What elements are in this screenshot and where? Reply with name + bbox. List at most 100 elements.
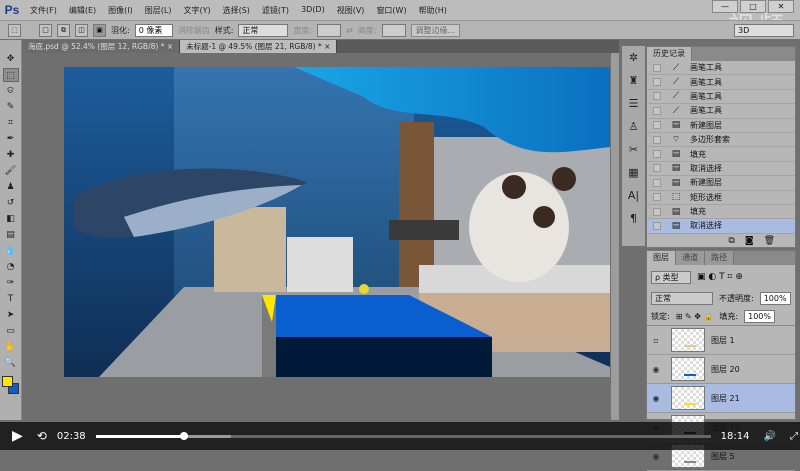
menu-item[interactable]: 文件(F) — [24, 5, 63, 16]
fullscreen-icon[interactable]: ⤢ — [790, 431, 798, 442]
history-item[interactable]: ⟋ 画笔工具 — [647, 61, 795, 76]
menu-item[interactable]: 窗口(W) — [370, 5, 412, 16]
progress-bar[interactable] — [95, 431, 711, 440]
workspace-select[interactable]: 3D — [734, 23, 794, 37]
menu-item[interactable]: 图层(L) — [139, 5, 178, 16]
document-canvas[interactable] — [64, 67, 610, 377]
snapshot-checkbox[interactable] — [653, 92, 661, 101]
visibility-toggle[interactable]: ▫ — [647, 336, 665, 345]
history-item[interactable]: ▤ 填充 — [647, 205, 795, 220]
menu-item[interactable]: 图像(I) — [102, 5, 139, 16]
eye-icon[interactable]: ◉ — [647, 394, 665, 403]
eraser-icon[interactable]: ◧ — [3, 212, 19, 226]
layer-filter-select[interactable]: ρ 类型 — [651, 270, 691, 284]
eyedropper-icon[interactable]: ✒ — [3, 132, 19, 146]
maximize-button[interactable]: □ — [740, 0, 766, 13]
gradient-icon[interactable]: ▤ — [3, 228, 19, 242]
snapshot-checkbox[interactable] — [653, 193, 661, 202]
adjustments-icon[interactable]: ☰ — [629, 97, 639, 115]
subtract-selection-icon[interactable]: ◫ — [75, 23, 88, 37]
history-item[interactable]: ▤ 新建图层 — [647, 119, 795, 133]
snapshot-checkbox[interactable] — [653, 135, 661, 144]
snapshot-checkbox[interactable] — [653, 106, 661, 115]
crop-icon[interactable]: ⌗ — [3, 116, 19, 130]
snapshot-checkbox[interactable] — [653, 63, 661, 72]
tab-channels[interactable]: 通道 — [676, 251, 705, 265]
tab-untitled[interactable]: 未标题-1 @ 49.5% (图层 21, RGB/8) * × — [180, 40, 338, 53]
zoom-icon[interactable]: 🔍 — [3, 356, 19, 370]
menu-item[interactable]: 视图(V) — [331, 5, 371, 16]
gear-icon[interactable]: ✲ — [629, 51, 638, 69]
menu-item[interactable]: 滤镜(T) — [256, 5, 295, 16]
history-item[interactable]: ▤ 取消选择 — [647, 219, 795, 234]
history-item[interactable]: ▤ 取消选择 — [647, 162, 795, 177]
paragraph-icon[interactable]: ¶ — [630, 212, 637, 230]
tab-layers[interactable]: 图层 — [647, 251, 676, 265]
swap-icon[interactable]: ⇄ — [346, 26, 353, 35]
layer-row[interactable]: ◉ 图层 21 — [647, 384, 795, 413]
feather-input[interactable]: 0 像素 — [134, 23, 173, 37]
snapshot-checkbox[interactable] — [653, 121, 661, 130]
height-input[interactable] — [381, 23, 406, 37]
eye-icon[interactable]: ◉ — [647, 452, 665, 461]
clone-source-icon[interactable]: ♙ — [629, 120, 639, 138]
foreground-color-swatch[interactable] — [1, 376, 13, 387]
path-select-icon[interactable]: ➤ — [3, 308, 19, 322]
antialias-checkbox[interactable]: 消除锯齿 — [178, 25, 210, 36]
close-tab-icon[interactable]: × — [324, 42, 330, 51]
pen-icon[interactable]: ✑ — [3, 276, 19, 290]
hand-icon[interactable]: ✋ — [3, 340, 19, 354]
dodge-icon[interactable]: ◔ — [3, 260, 19, 274]
blend-mode-select[interactable]: 正常 — [651, 291, 713, 305]
quick-select-icon[interactable]: ✎ — [3, 100, 19, 114]
tool-preset-icon[interactable]: ✂ — [629, 143, 638, 161]
history-item[interactable]: ⟋ 画笔工具 — [647, 90, 795, 105]
new-selection-icon[interactable]: □ — [39, 23, 52, 37]
snapshot-checkbox[interactable] — [653, 221, 661, 230]
canvas-scrollbar[interactable] — [611, 53, 619, 420]
blur-icon[interactable]: 💧 — [3, 244, 19, 258]
stamp-icon[interactable]: ♟ — [3, 180, 19, 194]
character-icon[interactable]: A| — [628, 189, 639, 207]
close-button[interactable]: ✕ — [768, 0, 794, 13]
type-icon[interactable]: T — [3, 292, 19, 306]
layer-row[interactable]: ◉ 图层 20 — [647, 355, 795, 384]
width-input[interactable] — [317, 23, 342, 37]
play-icon[interactable]: ▶ — [12, 428, 23, 444]
trash-icon[interactable]: 🗑 — [764, 234, 775, 248]
tab-haidi[interactable]: 海底.psd @ 52.4% (图层 12, RGB/8) * × — [22, 40, 181, 53]
eye-icon[interactable]: ◉ — [647, 365, 665, 374]
snapshot-checkbox[interactable] — [653, 164, 661, 173]
swatches-icon[interactable]: ▦ — [628, 166, 638, 184]
volume-icon[interactable]: 🔊 — [764, 431, 776, 442]
style-select[interactable]: 正常 — [238, 23, 289, 37]
history-item[interactable]: ⌔ 多边形套索 — [647, 133, 795, 148]
camera-icon[interactable]: ◙ — [745, 234, 754, 248]
menu-item[interactable]: 3D(D) — [295, 5, 331, 16]
menu-item[interactable]: 文字(Y) — [177, 5, 216, 16]
menu-item[interactable]: 选择(S) — [217, 5, 256, 16]
snapshot-checkbox[interactable] — [653, 207, 661, 216]
marquee-icon[interactable]: ⬚ — [2, 68, 19, 82]
menu-item[interactable]: 帮助(H) — [413, 5, 453, 16]
opacity-input[interactable]: 100% — [759, 291, 791, 305]
history-item[interactable]: ⟋ 画笔工具 — [647, 104, 795, 119]
history-item[interactable]: ▤ 新建图层 — [647, 176, 795, 191]
layer-row[interactable]: ▫ 图层 1 — [647, 326, 795, 355]
progress-handle[interactable] — [180, 431, 189, 440]
snapshot-checkbox[interactable] — [653, 78, 661, 87]
add-selection-icon[interactable]: ⧉ — [57, 23, 70, 37]
menu-item[interactable]: 编辑(E) — [63, 5, 102, 16]
tab-history[interactable]: 历史记录 — [647, 47, 692, 61]
lock-icons[interactable]: ⊞ ✎ ✥ 🔒 — [676, 312, 714, 321]
brush-preset-icon[interactable]: ♜ — [629, 74, 639, 92]
history-brush-icon[interactable]: ↺ — [3, 196, 19, 210]
replay-10-icon[interactable]: ⟲ — [37, 429, 47, 443]
filter-icons[interactable]: ▣ ◐ T ⌗ ⊕ — [697, 272, 743, 282]
refine-edge-button[interactable]: 调整边缘... — [410, 23, 461, 37]
healing-icon[interactable]: ✚ — [3, 148, 19, 162]
history-item[interactable]: ⟋ 画笔工具 — [647, 75, 795, 90]
new-document-icon[interactable]: ⧉ — [728, 234, 734, 248]
lasso-icon[interactable]: ଡ — [3, 84, 19, 98]
history-item[interactable]: ⬚ 矩形选框 — [647, 191, 795, 205]
